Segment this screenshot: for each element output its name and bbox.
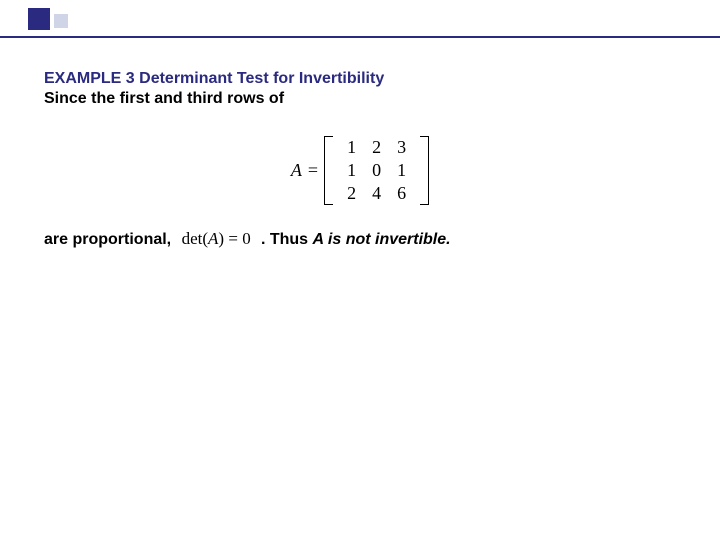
matrix-row: 1 2 3 bbox=[339, 136, 414, 159]
matrix-cell: 4 bbox=[364, 182, 389, 205]
matrix-equals: = bbox=[308, 160, 318, 181]
slide-content: EXAMPLE 3 Determinant Test for Invertibi… bbox=[0, 38, 720, 249]
matrix-cell: 1 bbox=[389, 159, 414, 182]
conclusion-line: are proportional, det(A) = 0 . Thus A is… bbox=[44, 229, 676, 249]
det-eq: = bbox=[224, 229, 242, 248]
conclusion-pre: are proportional, bbox=[44, 231, 176, 248]
det-zero: 0 bbox=[242, 229, 251, 248]
matrix-right-bracket bbox=[420, 136, 429, 205]
top-accent-bar bbox=[0, 0, 720, 38]
det-word: det bbox=[182, 229, 203, 248]
matrix-cell: 1 bbox=[339, 159, 364, 182]
matrix-cell: 0 bbox=[364, 159, 389, 182]
intro-line: Since the first and third rows of bbox=[44, 90, 676, 108]
accent-square-small bbox=[54, 14, 68, 28]
det-expression: det(A) = 0 bbox=[176, 229, 261, 248]
matrix-table: 1 2 3 1 0 1 2 4 6 bbox=[339, 136, 414, 205]
matrix-cell: 1 bbox=[339, 136, 364, 159]
matrix-cell: 3 bbox=[389, 136, 414, 159]
matrix-cell: 2 bbox=[364, 136, 389, 159]
matrix-cell: 6 bbox=[389, 182, 414, 205]
accent-square-large bbox=[28, 8, 50, 30]
conclusion-thus: . Thus bbox=[261, 231, 313, 248]
matrix-lhs-var: A bbox=[291, 160, 302, 181]
matrix-cell: 2 bbox=[339, 182, 364, 205]
matrix-row: 1 0 1 bbox=[339, 159, 414, 182]
example-heading: EXAMPLE 3 Determinant Test for Invertibi… bbox=[44, 70, 676, 88]
det-var: A bbox=[208, 229, 218, 248]
matrix-row: 2 4 6 bbox=[339, 182, 414, 205]
matrix-left-bracket bbox=[324, 136, 333, 205]
conclusion-tail: A is not invertible. bbox=[313, 231, 451, 248]
matrix-block: A = 1 2 3 1 0 1 2 4 6 bbox=[44, 136, 676, 205]
